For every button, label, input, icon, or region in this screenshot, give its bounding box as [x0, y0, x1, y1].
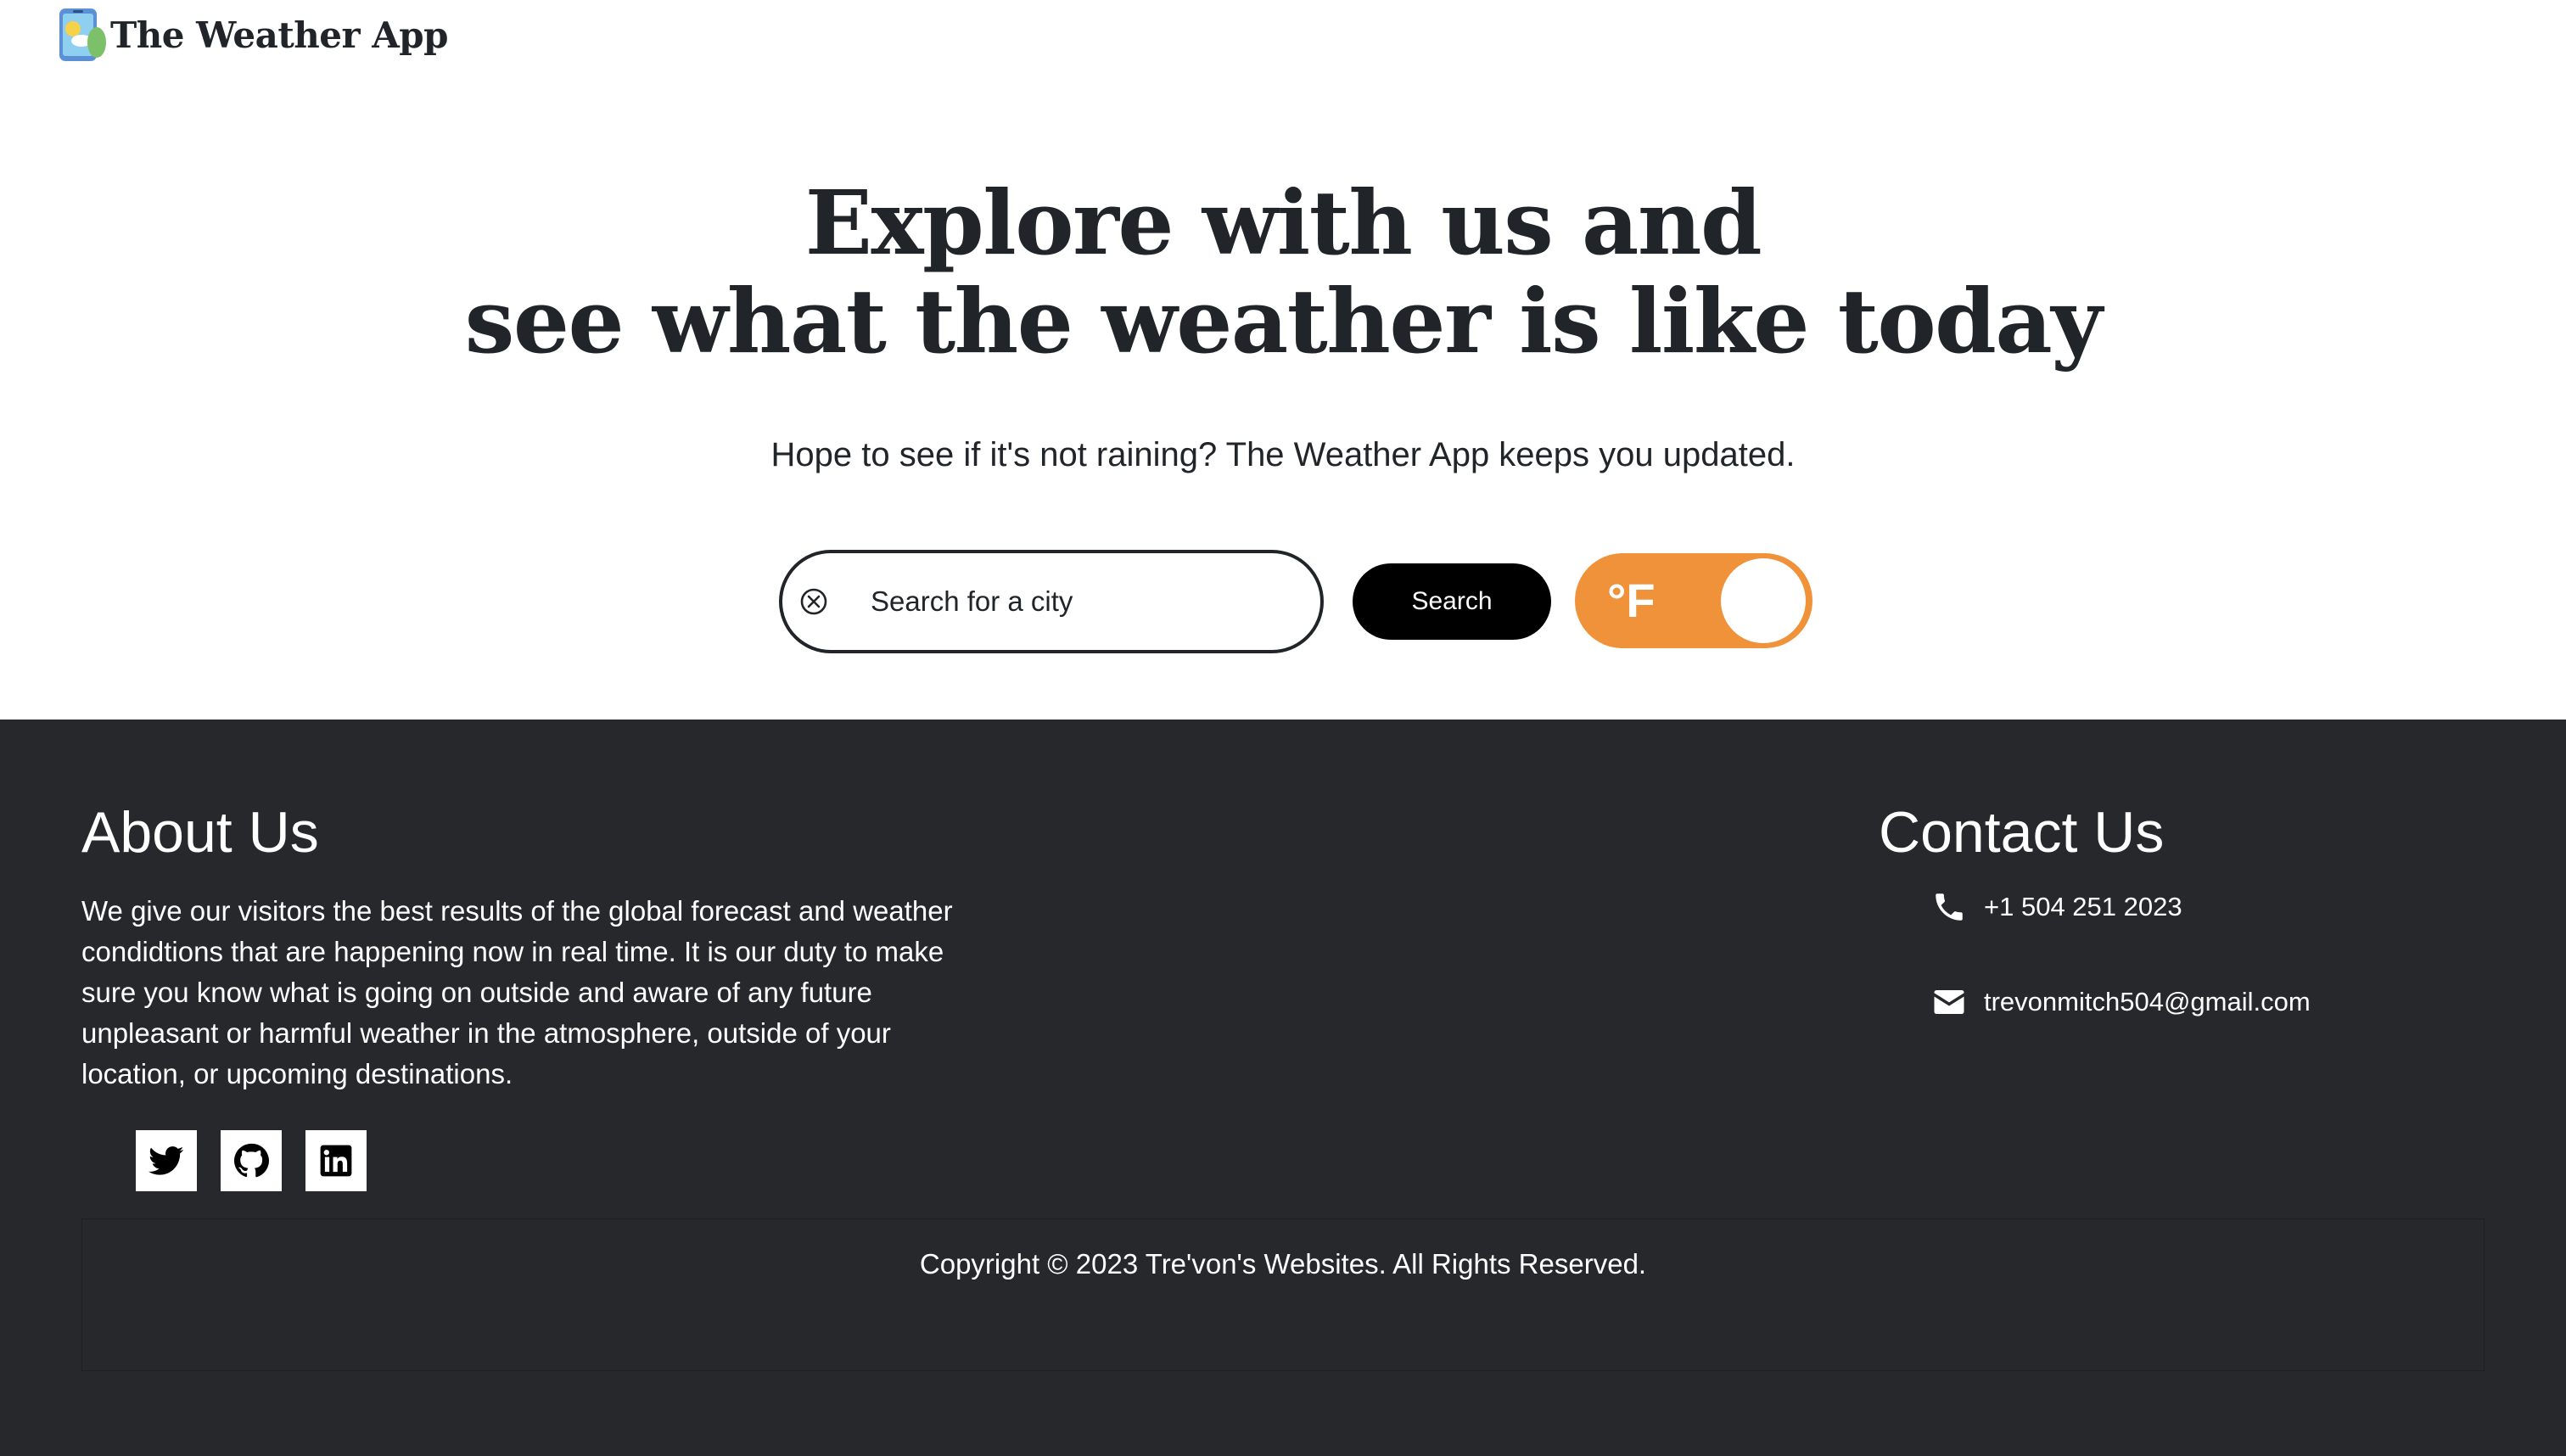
app-title: The Weather App [110, 14, 449, 56]
hero-title-line-2: see what the weather is like today [464, 269, 2103, 373]
about-us-text: We give our visitors the best results of… [81, 895, 953, 1089]
github-link[interactable] [221, 1130, 282, 1191]
email-address: trevonmitch504@gmail.com [1984, 987, 2311, 1016]
phone-icon [1936, 893, 1963, 921]
envelope-icon [1934, 990, 1964, 1014]
brand[interactable]: The Weather App [54, 7, 449, 63]
phone-number: +1 504 251 2023 [1984, 892, 2182, 921]
contact-phone[interactable]: +1 504 251 2023 [1931, 889, 2182, 925]
github-icon [233, 1143, 269, 1178]
twitter-link[interactable] [136, 1130, 197, 1191]
hero-subtitle: Hope to see if it's not raining? The Wea… [770, 436, 1796, 473]
temperature-unit-toggle[interactable]: °F [1575, 553, 1812, 648]
linkedin-link[interactable] [305, 1130, 367, 1191]
hero-title-line-1: Explore with us and [804, 171, 1762, 275]
search-input[interactable] [871, 577, 1295, 626]
contact-us-title: Contact Us [1879, 800, 2165, 865]
search-box[interactable] [779, 550, 1324, 653]
weather-phone-logo-icon [59, 8, 106, 61]
hero-title: Explore with us and see what the weather… [0, 174, 2566, 371]
search-button[interactable]: Search [1353, 563, 1551, 640]
copyright-box: Copyright © 2023 Tre'von's Websites. All… [81, 1218, 2485, 1371]
copyright-text: Copyright © 2023 Tre'von's Websites. All… [919, 1248, 1647, 1280]
toggle-knob [1721, 558, 1806, 643]
social-links [136, 1130, 367, 1191]
footer: About Us We give our visitors the best r… [0, 720, 2566, 1456]
contact-email[interactable]: trevonmitch504@gmail.com [1931, 984, 2311, 1020]
unit-label: °F [1607, 574, 1656, 627]
linkedin-icon [320, 1145, 352, 1177]
clear-circle-x-icon[interactable] [796, 584, 832, 619]
about-us-title: About Us [81, 800, 319, 865]
twitter-icon [148, 1146, 184, 1175]
